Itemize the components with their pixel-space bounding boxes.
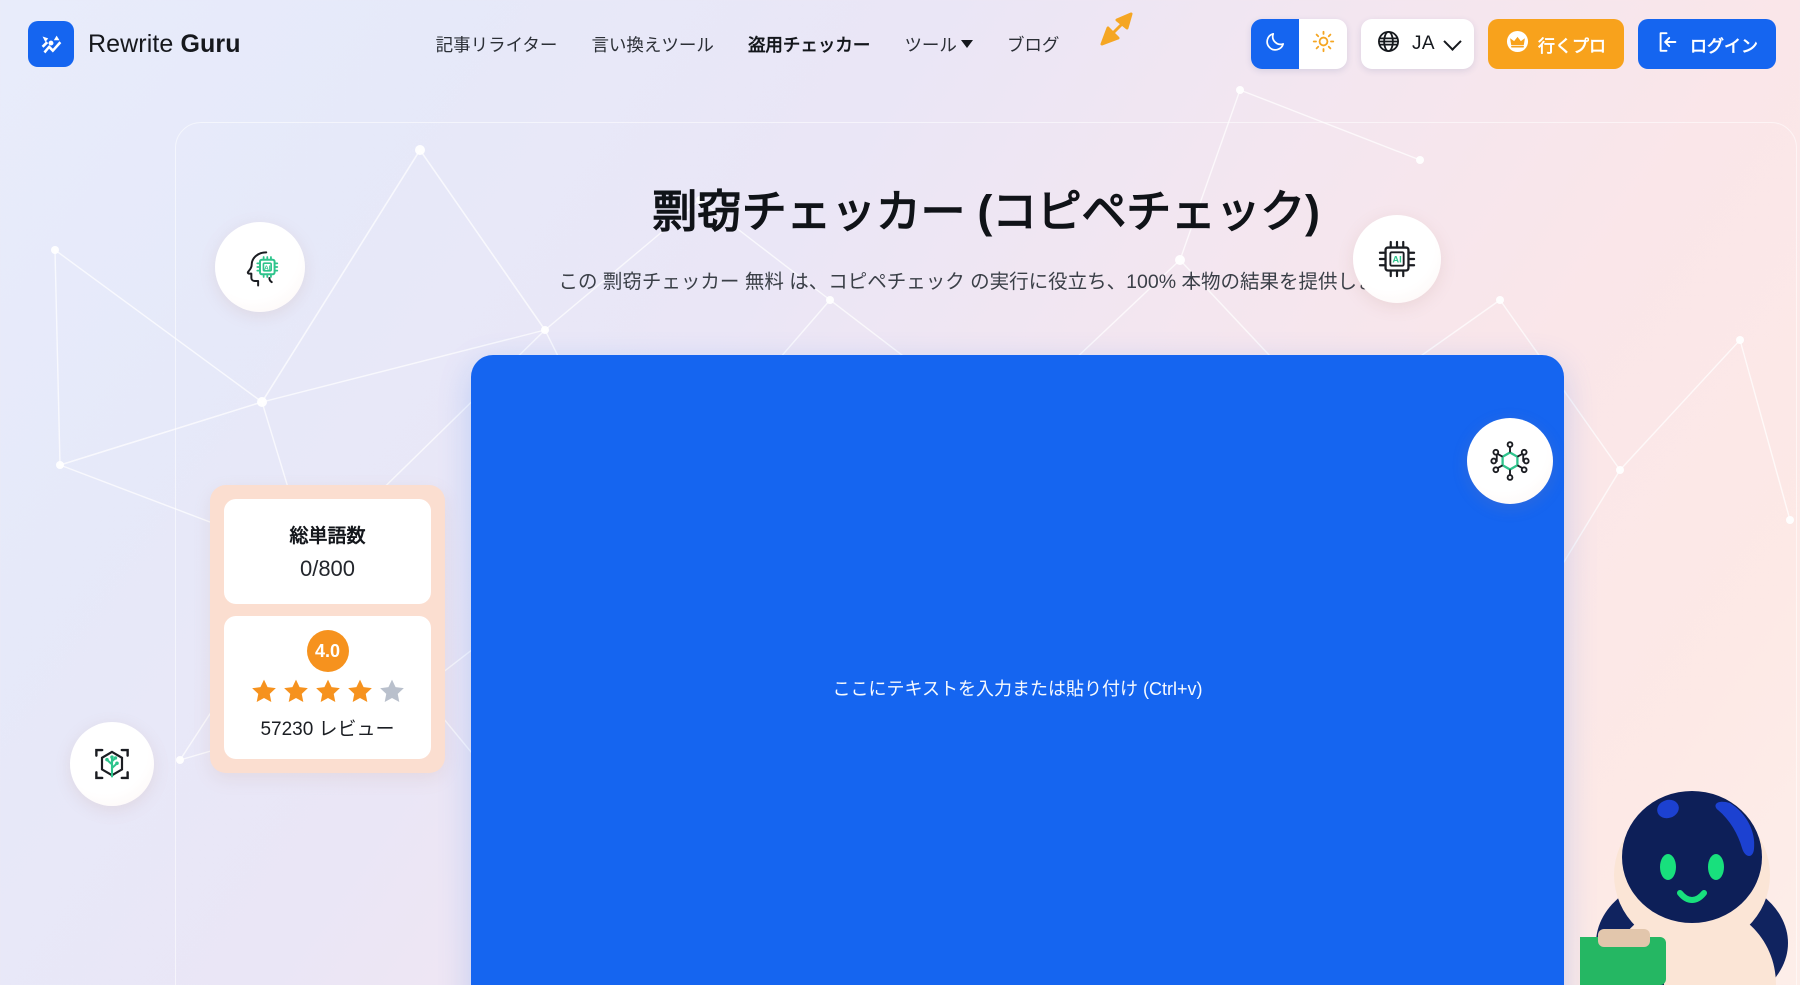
star-icon-filled — [283, 679, 308, 703]
rating-stars — [234, 677, 421, 706]
brand-logo[interactable]: Rewrite Guru — [28, 21, 241, 67]
globe-icon — [1376, 29, 1401, 59]
text-input-editor[interactable]: ここにテキストを入力または貼り付け (Ctrl+v) T — [471, 355, 1564, 985]
login-button-label: ログイン — [1690, 36, 1758, 56]
sun-icon — [1312, 30, 1335, 58]
word-count-card: 総単語数 0/800 — [224, 499, 431, 604]
chevron-down-icon — [1443, 31, 1462, 51]
word-count-value: 0/800 — [299, 556, 356, 581]
scan-leaf-circuit-icon-badge — [70, 722, 154, 806]
star-icon-filled — [347, 679, 372, 703]
login-button[interactable]: ログイン — [1638, 19, 1776, 69]
stats-panel: 総単語数 0/800 4.0 57230 レビュー — [210, 485, 445, 773]
page-title: 剽窃チェッカー (コピペチェック) — [652, 186, 1320, 237]
nav-item-tools-label: ツール — [904, 34, 957, 55]
go-pro-button[interactable]: 行くプロ — [1488, 19, 1624, 69]
star-icon-filled — [315, 679, 340, 703]
ai-head-icon: AI — [246, 251, 279, 287]
site-header: Rewrite Guru 記事リライター 言い換えツール 盗用チェッカー ツール… — [0, 0, 1800, 88]
review-count: 57230 レビュー — [260, 719, 395, 740]
star-icon-filled — [251, 679, 276, 703]
network-hexagon-icon — [1490, 441, 1530, 481]
nav-item-paraphrasing-tool[interactable]: 言い換えツール — [591, 28, 714, 61]
ai-chip-icon-badge: AI — [1353, 215, 1441, 303]
brand-name-light: Rewrite — [88, 29, 181, 58]
page-subtitle: この 剽窃チェッカー 無料 は、コピペチェック の実行に役立ち、100% 本物の… — [558, 271, 1414, 293]
svg-text:AI: AI — [1392, 255, 1401, 265]
editor-placeholder-text: ここにテキストを入力または貼り付け (Ctrl+v) — [832, 679, 1203, 699]
login-arrow-icon — [1656, 30, 1680, 59]
star-icon-empty — [379, 679, 404, 703]
ai-head-icon-badge: AI — [215, 222, 305, 312]
ai-chip-icon: AI — [1378, 240, 1416, 278]
brand-name-bold: Guru — [180, 29, 241, 58]
svg-text:AI: AI — [264, 265, 271, 272]
header-actions: JA 行くプロ ログイン — [1251, 19, 1776, 69]
theme-toggle-light[interactable] — [1299, 19, 1348, 69]
crown-icon — [1506, 30, 1529, 58]
brand-name: Rewrite Guru — [88, 30, 241, 59]
nav-item-blog[interactable]: ブログ — [1007, 28, 1060, 61]
nav-item-tools[interactable]: ツール — [904, 28, 973, 61]
word-count-title: 総単語数 — [289, 526, 366, 547]
scan-leaf-circuit-icon — [95, 748, 129, 780]
language-selector[interactable]: JA — [1361, 19, 1474, 69]
rating-score-badge: 4.0 — [306, 630, 349, 672]
rewrite-guru-logo-icon — [28, 21, 74, 67]
language-code: JA — [1412, 33, 1435, 54]
rating-card: 4.0 57230 レビュー — [224, 616, 431, 759]
nav-item-plagiarism-checker[interactable]: 盗用チェッカー — [748, 28, 871, 61]
theme-toggle-dark[interactable] — [1251, 19, 1300, 69]
main-navigation: 記事リライター 言い換えツール 盗用チェッカー ツール ブログ — [436, 28, 1060, 61]
moon-icon — [1264, 30, 1287, 58]
network-hexagon-icon-badge — [1467, 418, 1553, 504]
nav-item-article-rewriter[interactable]: 記事リライター — [436, 28, 558, 61]
chevron-down-icon — [960, 40, 973, 48]
go-pro-button-label: 行くプロ — [1538, 36, 1606, 56]
theme-toggle[interactable] — [1251, 19, 1348, 69]
